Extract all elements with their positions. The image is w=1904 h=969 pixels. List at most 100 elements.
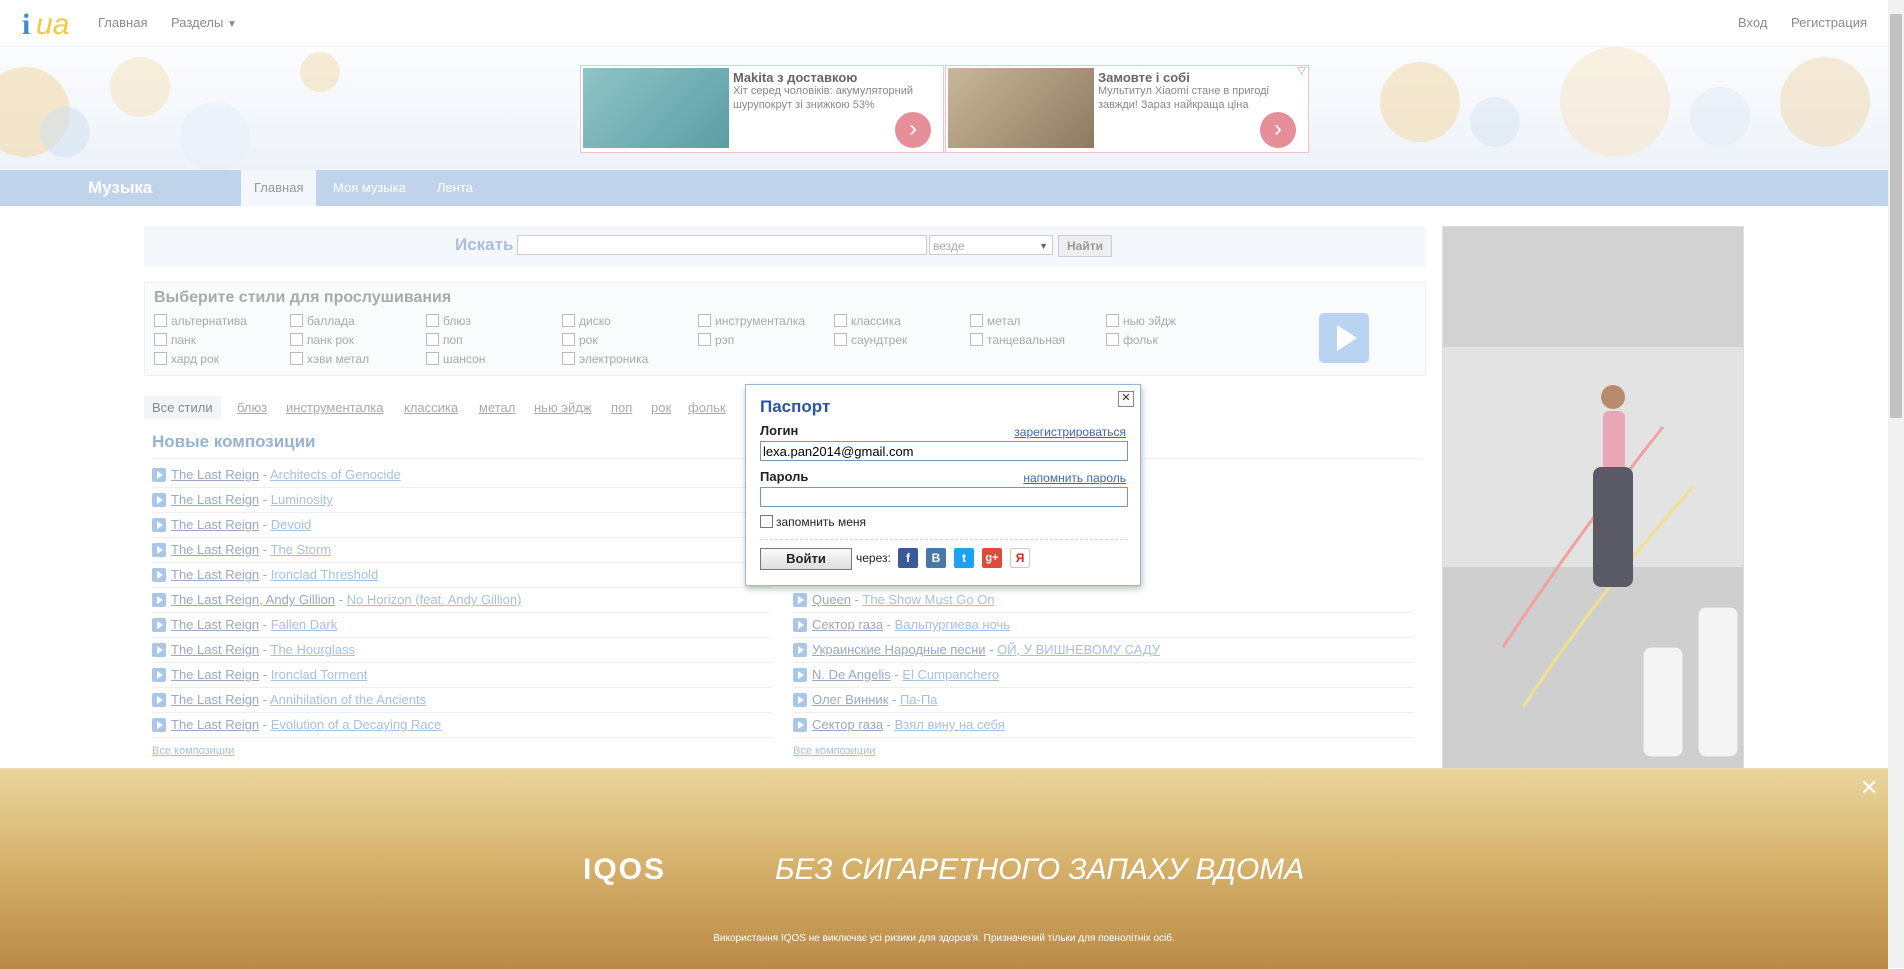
style-checkbox-item[interactable]: диско <box>562 313 611 329</box>
filter-tab[interactable]: классика <box>404 400 458 415</box>
track-title[interactable]: The Hourglass <box>271 642 356 657</box>
play-icon[interactable] <box>793 643 807 657</box>
play-icon[interactable] <box>793 618 807 632</box>
site-logo[interactable]: i ua <box>20 6 76 41</box>
track-artist[interactable]: Олег Винник <box>812 692 888 707</box>
style-checkbox[interactable] <box>970 333 983 346</box>
search-scope-select[interactable]: везде ▼ <box>929 235 1053 255</box>
style-checkbox-item[interactable]: поп <box>426 332 463 348</box>
track-artist[interactable]: The Last Reign <box>171 617 259 632</box>
play-icon[interactable] <box>793 668 807 682</box>
side-ad-banner[interactable] <box>1442 226 1744 770</box>
style-checkbox-item[interactable]: хэви метал <box>290 351 369 367</box>
style-checkbox[interactable] <box>562 352 575 365</box>
style-checkbox-item[interactable]: блюз <box>426 313 471 329</box>
style-checkbox-item[interactable]: альтернатива <box>154 313 247 329</box>
register-link[interactable]: Регистрация <box>1791 15 1867 30</box>
style-checkbox[interactable] <box>426 314 439 327</box>
play-icon[interactable] <box>152 568 166 582</box>
track-title[interactable]: El Cumpanchero <box>902 667 999 682</box>
login-submit-button[interactable]: Войти <box>760 548 852 570</box>
style-checkbox[interactable] <box>154 314 167 327</box>
track-artist[interactable]: Сектор газа <box>812 617 883 632</box>
play-icon[interactable] <box>152 543 166 557</box>
track-title[interactable]: Evolution of a Decaying Race <box>271 717 442 732</box>
track-artist[interactable]: The Last Reign <box>171 492 259 507</box>
track-artist[interactable]: The Last Reign <box>171 542 259 557</box>
page-scrollbar[interactable] <box>1888 0 1904 968</box>
play-icon[interactable] <box>152 718 166 732</box>
style-checkbox[interactable] <box>1106 333 1119 346</box>
style-checkbox-item[interactable]: панк <box>154 332 196 348</box>
search-button[interactable]: Найти <box>1058 235 1112 257</box>
style-checkbox-item[interactable]: панк рок <box>290 332 354 348</box>
track-title[interactable]: Devoid <box>271 517 311 532</box>
style-checkbox-item[interactable]: рок <box>562 332 598 348</box>
style-checkbox[interactable] <box>562 314 575 327</box>
track-title[interactable]: Ironclad Threshold <box>271 567 378 582</box>
play-icon[interactable] <box>793 693 807 707</box>
track-title[interactable]: Вальпургиева ночь <box>895 617 1010 632</box>
style-checkbox[interactable] <box>698 314 711 327</box>
style-checkbox-item[interactable]: метал <box>970 313 1021 329</box>
google-plus-icon[interactable]: g+ <box>982 548 1002 568</box>
track-artist[interactable]: The Last Reign <box>171 567 259 582</box>
tab-my-music[interactable]: Моя музыка <box>320 170 419 206</box>
tab-feed[interactable]: Лента <box>424 170 486 206</box>
style-checkbox-item[interactable]: хард рок <box>154 351 219 367</box>
all-tracks-link[interactable]: Все композиции <box>152 745 234 757</box>
register-link[interactable]: зарегистрироваться <box>1014 425 1126 439</box>
style-checkbox[interactable] <box>834 314 847 327</box>
nav-sections-link[interactable]: Разделы ▼ <box>171 15 237 30</box>
track-title[interactable]: The Storm <box>271 542 332 557</box>
track-title[interactable]: Architects of Genocide <box>270 467 401 482</box>
vkontakte-icon[interactable]: В <box>926 548 946 568</box>
style-checkbox[interactable] <box>154 352 167 365</box>
scrollbar-thumb[interactable] <box>1890 14 1902 418</box>
track-title[interactable]: ОЙ, У ВИШНЕВОМУ САДУ <box>997 642 1160 657</box>
track-title[interactable]: The Show Must Go On <box>862 592 994 607</box>
filter-tab[interactable]: фольк <box>688 400 726 415</box>
track-artist[interactable]: Queen <box>812 592 851 607</box>
play-icon[interactable] <box>793 593 807 607</box>
filter-all-styles[interactable]: Все стили <box>144 396 221 419</box>
style-checkbox-item[interactable]: шансон <box>426 351 485 367</box>
style-checkbox-item[interactable]: баллада <box>290 313 355 329</box>
search-input[interactable] <box>517 235 927 255</box>
track-title[interactable]: No Horizon (feat. Andy Gillion) <box>347 592 522 607</box>
style-checkbox-item[interactable]: нью эйдж <box>1106 313 1176 329</box>
style-checkbox[interactable] <box>290 314 303 327</box>
style-checkbox[interactable] <box>834 333 847 346</box>
track-artist[interactable]: The Last Reign, Andy Gillion <box>171 592 335 607</box>
ad-multitool[interactable]: Замовте і собі Мультитул Xiaomi стане в … <box>945 65 1309 153</box>
track-artist[interactable]: Украинские Народные песни <box>812 642 986 657</box>
play-icon[interactable] <box>152 668 166 682</box>
style-checkbox-item[interactable]: электроника <box>562 351 648 367</box>
filter-tab[interactable]: метал <box>479 400 515 415</box>
play-icon[interactable] <box>152 468 166 482</box>
style-checkbox[interactable] <box>290 333 303 346</box>
play-icon[interactable] <box>793 718 807 732</box>
tab-home[interactable]: Главная <box>241 170 317 206</box>
track-artist[interactable]: The Last Reign <box>171 467 259 482</box>
track-artist[interactable]: N. De Angelis <box>812 667 891 682</box>
track-title[interactable]: Ironclad Torment <box>271 667 368 682</box>
filter-tab[interactable]: нью эйдж <box>534 400 592 415</box>
login-link[interactable]: Вход <box>1738 15 1767 30</box>
close-icon[interactable]: ✕ <box>1860 775 1878 801</box>
remember-me[interactable]: запомнить меня <box>760 515 866 529</box>
style-checkbox[interactable] <box>698 333 711 346</box>
facebook-icon[interactable]: f <box>898 548 918 568</box>
track-artist[interactable]: The Last Reign <box>171 517 259 532</box>
filter-tab[interactable]: поп <box>611 400 632 415</box>
style-checkbox[interactable] <box>970 314 983 327</box>
style-checkbox[interactable] <box>562 333 575 346</box>
track-artist[interactable]: The Last Reign <box>171 667 259 682</box>
play-styles-button[interactable] <box>1319 313 1369 363</box>
play-icon[interactable] <box>152 493 166 507</box>
track-title[interactable]: Annihilation of the Ancients <box>270 692 426 707</box>
play-icon[interactable] <box>152 518 166 532</box>
all-tracks-link[interactable]: Все композиции <box>793 745 875 757</box>
remind-password-link[interactable]: напомнить пароль <box>1023 471 1126 485</box>
track-artist[interactable]: The Last Reign <box>171 692 259 707</box>
